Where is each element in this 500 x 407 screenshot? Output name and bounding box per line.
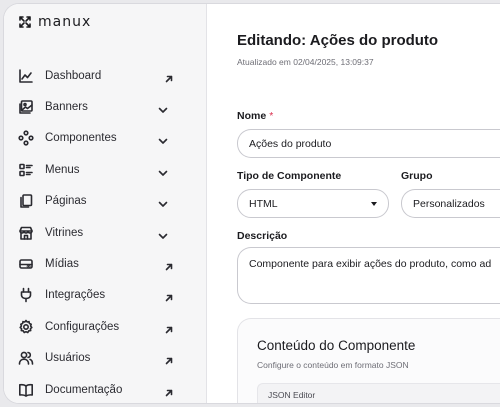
external-link-icon[interactable]: [164, 259, 174, 271]
sidebar-item-label: Usuários: [45, 352, 91, 365]
sidebar-item-label: Documentação: [45, 383, 123, 396]
logo-mark-icon: [19, 16, 31, 28]
sidebar-item-midias[interactable]: Mídias: [4, 248, 206, 279]
menu-list-icon: [17, 161, 35, 179]
required-marker: *: [269, 110, 274, 122]
sidebar-item-label: Configurações: [45, 320, 120, 333]
sidebar-nav: Dashboard Banners Componentes Menus Páginas V…: [4, 60, 206, 403]
media-drive-icon: [17, 255, 35, 273]
tipo-componente-label: Tipo de Componente: [237, 170, 342, 182]
sidebar-item-dashboard[interactable]: Dashboard: [4, 60, 206, 91]
tipo-componente-value: HTML: [249, 197, 278, 210]
sidebar-item-integracoes[interactable]: Integrações: [4, 280, 206, 311]
sidebar-item-usuarios[interactable]: Usuários: [4, 343, 206, 374]
card-subtitle: Configure o conteúdo em formato JSON: [257, 360, 409, 370]
external-link-icon[interactable]: [164, 322, 174, 334]
sidebar-item-paginas[interactable]: Páginas: [4, 186, 206, 217]
nome-label: Nome *: [237, 110, 273, 122]
nome-input-value: Ações do produto: [249, 137, 332, 150]
tipo-componente-select[interactable]: HTML: [237, 189, 389, 218]
gear-icon: [17, 318, 35, 336]
descricao-value: Componente para exibir ações do produto,…: [249, 258, 492, 270]
sidebar-item-label: Menus: [45, 163, 80, 176]
external-link-icon[interactable]: [164, 71, 174, 82]
chevron-down-icon[interactable]: [158, 133, 168, 145]
book-icon: [17, 381, 35, 399]
app-window: manux Dashboard Banners Componentes Menus Pá…: [3, 3, 500, 404]
descricao-textarea[interactable]: Componente para exibir ações do produto,…: [237, 247, 500, 304]
sidebar-item-label: Integrações: [45, 289, 106, 302]
updated-timestamp: Atualizado em 02/04/2025, 13:09:37: [237, 57, 374, 67]
chart-line-icon: [17, 67, 35, 85]
chevron-down-icon[interactable]: [158, 102, 168, 113]
sidebar-item-label: Banners: [45, 101, 88, 114]
chevron-down-icon[interactable]: [158, 165, 168, 176]
external-link-icon[interactable]: [164, 353, 174, 365]
logo[interactable]: manux: [18, 14, 91, 30]
sidebar-item-configuracoes[interactable]: Configurações: [4, 311, 206, 342]
main-content: Editando: Ações do produto Atualizado em…: [208, 4, 500, 403]
users-icon: [17, 349, 35, 367]
grupo-label: Grupo: [401, 170, 433, 182]
external-link-icon[interactable]: [164, 290, 174, 302]
nome-label-text: Nome: [237, 110, 267, 122]
sidebar-item-menus[interactable]: Menus: [4, 154, 206, 185]
components-icon: [17, 129, 35, 147]
sidebar-item-label: Dashboard: [45, 69, 102, 82]
sidebar-item-label: Mídias: [45, 258, 79, 271]
json-editor-label: JSON Editor: [268, 390, 316, 400]
card-title: Conteúdo do Componente: [257, 338, 416, 353]
external-link-icon[interactable]: [164, 385, 174, 396]
caret-down-icon: [371, 201, 377, 206]
grupo-select[interactable]: Personalizados: [401, 189, 500, 218]
sidebar-item-banners[interactable]: Banners: [4, 91, 206, 122]
sidebar-item-documentacao[interactable]: Documentação: [4, 374, 206, 403]
json-editor-header[interactable]: JSON Editor: [257, 383, 500, 403]
plug-icon: [17, 286, 35, 304]
storefront-icon: [17, 224, 35, 242]
sidebar-item-vitrines[interactable]: Vitrines: [4, 217, 206, 248]
image-icon: [17, 98, 35, 116]
logo-text: manux: [38, 14, 92, 30]
grupo-value: Personalizados: [413, 197, 485, 210]
page-title: Editando: Ações do produto: [237, 32, 439, 49]
chevron-down-icon[interactable]: [158, 196, 168, 208]
sidebar-item-label: Páginas: [45, 195, 87, 208]
chevron-down-icon[interactable]: [158, 228, 168, 239]
sidebar: manux Dashboard Banners Componentes Menus Pá…: [4, 4, 207, 403]
nome-input[interactable]: Ações do produto: [237, 129, 500, 158]
sidebar-item-label: Componentes: [45, 132, 117, 145]
sidebar-item-componentes[interactable]: Componentes: [4, 123, 206, 154]
pages-icon: [17, 192, 35, 210]
component-content-card: Conteúdo do Componente Configure o conte…: [237, 318, 500, 403]
sidebar-item-label: Vitrines: [45, 226, 84, 239]
descricao-label: Descrição: [237, 230, 288, 242]
